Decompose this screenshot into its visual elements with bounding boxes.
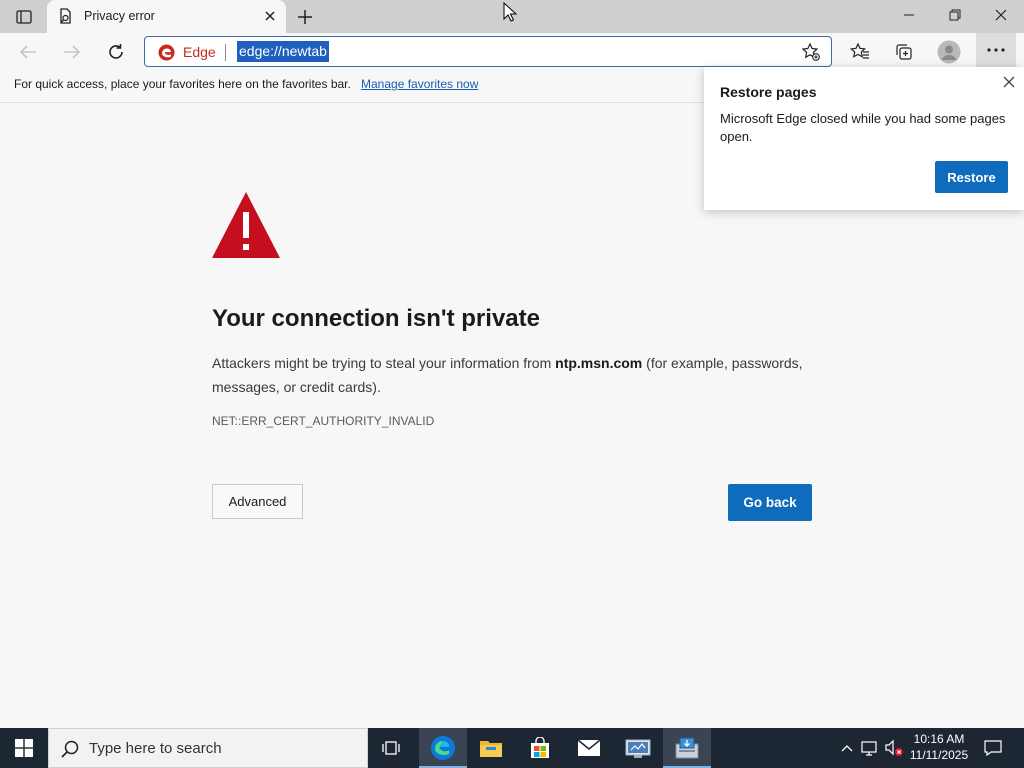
error-heading: Your connection isn't private <box>212 305 540 332</box>
network-icon <box>861 741 877 756</box>
tab-title: Privacy error <box>84 9 155 23</box>
back-button[interactable] <box>13 37 43 67</box>
profile-button[interactable] <box>935 38 963 66</box>
tab-privacy-error[interactable]: Privacy error <box>47 0 286 33</box>
refresh-button[interactable] <box>101 37 131 67</box>
folder-icon <box>480 741 502 757</box>
taskbar-edge[interactable] <box>419 728 467 768</box>
avatar-icon <box>937 40 961 64</box>
plus-icon <box>298 10 312 24</box>
minimize-button[interactable] <box>886 0 932 30</box>
favorites-button[interactable] <box>846 38 874 66</box>
new-tab-button[interactable] <box>294 6 316 28</box>
task-view-button[interactable] <box>368 728 416 768</box>
manage-favorites-link[interactable]: Manage favorites now <box>361 77 478 91</box>
network-app-icon <box>625 739 651 758</box>
store-icon <box>531 737 549 758</box>
mail-icon <box>577 739 601 756</box>
network-tray-button[interactable] <box>860 738 880 758</box>
start-button[interactable] <box>0 728 48 768</box>
add-favorite-icon[interactable] <box>801 42 821 62</box>
taskbar-mail[interactable] <box>565 728 613 768</box>
warning-icon <box>212 192 280 258</box>
address-bar[interactable]: Edge edge://newtab <box>144 36 832 67</box>
toolbar: Edge edge://newtab <box>0 33 1024 70</box>
show-hidden-icons-button[interactable] <box>837 738 857 758</box>
close-popup-icon[interactable] <box>1002 75 1016 89</box>
taskbar-search-box[interactable]: Type here to search <box>48 728 368 768</box>
address-url[interactable]: edge://newtab <box>237 41 329 62</box>
search-icon <box>61 740 79 758</box>
back-arrow-icon <box>19 45 36 59</box>
search-placeholder: Type here to search <box>89 740 222 757</box>
edge-app-icon <box>431 736 455 760</box>
taskbar: Type here to search 10:16 AM 11/11/2025 <box>0 728 1024 768</box>
taskbar-installer-app[interactable] <box>663 728 711 768</box>
settings-and-more-button[interactable] <box>976 33 1016 67</box>
volume-muted-icon <box>885 739 903 756</box>
collections-icon <box>896 44 912 60</box>
more-dots-icon <box>987 48 1005 52</box>
popup-message: Microsoft Edge closed while you had some… <box>720 111 1006 144</box>
close-window-button[interactable] <box>978 0 1024 30</box>
close-tab-icon[interactable] <box>263 9 277 23</box>
clock-date: 11/11/2025 <box>909 748 969 762</box>
edge-label: Edge <box>183 44 216 60</box>
chevron-up-icon <box>841 745 853 752</box>
address-separator <box>225 44 226 61</box>
tab-actions-icon <box>16 10 32 24</box>
volume-tray-button[interactable] <box>884 738 904 758</box>
refresh-icon <box>109 44 123 59</box>
taskbar-store[interactable] <box>516 728 564 768</box>
error-description: Attackers might be trying to steal your … <box>212 351 822 399</box>
action-center-button[interactable] <box>978 728 1008 768</box>
taskbar-clock[interactable]: 10:16 AM 11/11/2025 <box>902 731 976 763</box>
minimize-icon <box>904 14 914 16</box>
go-back-button[interactable]: Go back <box>728 484 812 521</box>
forward-arrow-icon <box>64 45 81 59</box>
installer-app-icon <box>675 737 699 759</box>
error-host: ntp.msn.com <box>555 355 643 371</box>
advanced-button[interactable]: Advanced <box>212 484 303 519</box>
restore-window-icon <box>949 9 961 21</box>
restore-pages-popup: Restore pages Microsoft Edge closed whil… <box>704 67 1024 210</box>
edge-logo-icon <box>158 44 175 61</box>
forward-button[interactable] <box>57 37 87 67</box>
favorites-icon <box>850 42 869 59</box>
popup-title: Restore pages <box>720 84 817 100</box>
restore-window-button[interactable] <box>932 0 978 30</box>
windows-logo-icon <box>15 739 33 757</box>
collections-button[interactable] <box>890 38 918 66</box>
page-error-icon <box>60 8 71 24</box>
close-icon <box>995 9 1007 21</box>
tab-actions-button[interactable] <box>8 6 40 28</box>
clock-time: 10:16 AM <box>913 732 965 746</box>
task-view-icon <box>382 741 400 755</box>
taskbar-network-app[interactable] <box>614 728 662 768</box>
error-description-text: Attackers might be trying to steal your … <box>212 355 556 371</box>
mouse-cursor-icon <box>503 2 517 22</box>
notification-icon <box>984 740 1002 756</box>
restore-button[interactable]: Restore <box>935 161 1008 193</box>
favorites-bar-message: For quick access, place your favorites h… <box>14 77 351 91</box>
error-code: NET::ERR_CERT_AUTHORITY_INVALID <box>212 414 435 428</box>
taskbar-file-explorer[interactable] <box>467 728 515 768</box>
